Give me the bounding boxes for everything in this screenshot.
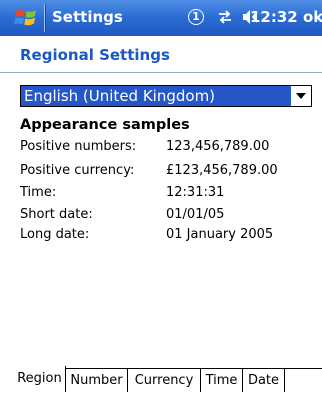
sample-label: Positive numbers: [20,139,137,154]
sample-row-time: Time: 12:31:31 [20,185,310,205]
sample-row-long-date: Long date: 01 January 2005 [20,227,310,247]
sample-row-positive-numbers: Positive numbers: 123,456,789.00 [20,139,310,159]
sample-value: 01 January 2005 [166,227,274,242]
chevron-down-icon[interactable] [296,93,306,99]
sample-value: 123,456,789.00 [166,139,270,154]
windows-flag-icon[interactable] [14,7,38,29]
title-bar: Settings 1 12:32 ok [0,0,322,36]
header-divider [0,72,322,73]
locale-dropdown[interactable]: English (United Kingdom) [20,85,312,107]
clock[interactable]: 12:32 [250,8,298,26]
tab-number[interactable]: Number [66,368,128,392]
tab-strip: Region Number Currency Time Date [0,366,322,398]
tab-date[interactable]: Date [243,368,285,392]
page-title: Regional Settings [20,46,170,64]
sample-value: 12:31:31 [166,185,225,200]
sample-label: Time: [20,185,57,200]
tab-time[interactable]: Time [201,368,243,392]
samples-heading: Appearance samples [20,117,190,133]
sample-row-short-date: Short date: 01/01/05 [20,207,310,227]
locale-selected-value[interactable]: English (United Kingdom) [21,86,291,106]
connectivity-icon[interactable] [216,8,234,26]
tab-region[interactable]: Region [14,366,66,392]
sample-label: Positive currency: [20,163,135,178]
sample-value: £123,456,789.00 [166,163,278,178]
ok-button[interactable]: ok [303,8,322,26]
sample-label: Short date: [20,207,93,222]
sample-value: 01/01/05 [166,207,225,222]
sample-row-positive-currency: Positive currency: £123,456,789.00 [20,163,310,183]
notification-icon[interactable]: 1 [188,9,204,25]
title-separator [44,4,46,32]
tab-currency[interactable]: Currency [128,368,201,392]
app-title[interactable]: Settings [52,8,123,26]
sample-label: Long date: [20,227,90,242]
